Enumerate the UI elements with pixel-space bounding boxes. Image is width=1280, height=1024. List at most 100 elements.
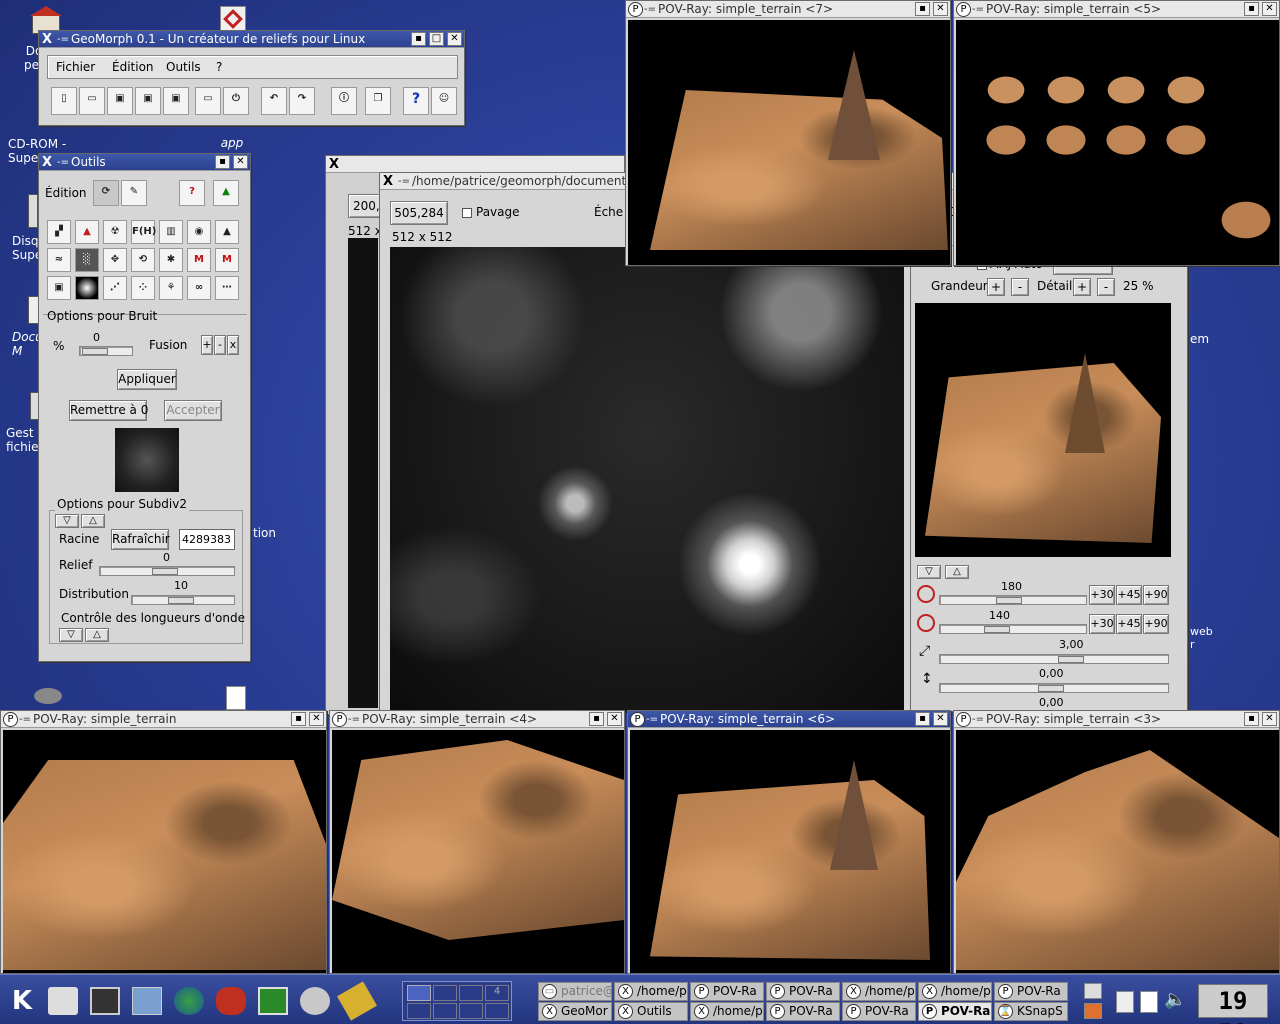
subdiv-refresh-button[interactable]: Rafraîchir [111,529,170,550]
browser-globe-icon[interactable] [174,987,204,1015]
distribution-slider[interactable] [131,595,235,605]
rot1-plus45-button[interactable]: +45 [1116,585,1142,605]
task-ksnapshot[interactable]: ⌛ KSnapS [994,1002,1068,1021]
task-povray-c[interactable]: P POV-Ra [994,982,1068,1001]
new-file-icon[interactable]: ▯ [51,87,77,115]
task-document-3[interactable]: X/home/p [918,982,992,1001]
logout-icon[interactable] [1084,1003,1102,1019]
accept-button[interactable]: Accepter [164,400,222,421]
peak-tool-icon[interactable]: ▲ [215,220,239,244]
povray-4-minimize-button[interactable]: ▪ [589,712,604,726]
recent-files-icon[interactable]: ▭ [195,87,221,115]
gimp-desktop-icon[interactable] [34,688,62,704]
pager-desktop-6[interactable] [433,1003,457,1019]
percent-slider[interactable] [79,346,133,356]
povray-4-close-button[interactable]: ✕ [607,712,622,726]
noise-tool-icon[interactable]: ░ [75,248,99,272]
povray-5-titlebar[interactable]: P -= POV-Ray: simple_terrain <5> ▪ ✕ [954,1,1279,18]
reset-button[interactable]: Remettre à 0 [69,400,148,421]
grandeur-minus-button[interactable]: - [1011,278,1029,296]
scale-slider[interactable] [939,654,1169,664]
document-desktop-icon[interactable] [226,686,246,710]
lines-tool-icon[interactable]: ⋯ [215,276,239,300]
image-viewer-icon[interactable] [300,987,330,1015]
tree-tool-icon[interactable]: ⚘ [159,276,183,300]
gradient-tool-icon[interactable]: ◉ [187,220,211,244]
apply-button[interactable]: Appliquer [117,369,177,390]
home-icon[interactable] [132,987,162,1015]
grandeur-plus-button[interactable]: + [987,278,1005,296]
lock-icon[interactable] [1084,983,1102,999]
task-povray-d[interactable]: P POV-Ra [766,1002,840,1021]
povray-4-titlebar[interactable]: P -= POV-Ray: simple_terrain <4> ▪ ✕ [330,711,624,728]
mirror-h-tool-icon[interactable]: M [187,248,211,272]
sphere-tool-icon[interactable] [75,276,99,300]
system-monitor-icon[interactable] [258,987,288,1015]
pager-desktop-1[interactable] [407,985,431,1001]
rot1-plus90-button[interactable]: +90 [1143,585,1169,605]
rot2-slider[interactable] [939,624,1087,634]
relief-slider[interactable] [99,566,235,576]
subdiv-collapse-button[interactable]: ▽ [55,514,79,528]
fh-tool-icon[interactable]: F(H) [131,220,156,244]
app-desktop-icon[interactable] [220,6,246,32]
menu-fichier[interactable]: Fichier [56,60,95,74]
mirror-v-tool-icon[interactable]: M [215,248,239,272]
radiation-tool-icon[interactable]: ☢ [103,220,127,244]
povray-6-titlebar[interactable]: P -= POV-Ray: simple_terrain <6> ▪ ✕ [628,711,950,728]
povray-1-close-button[interactable]: ✕ [309,712,324,726]
fusion-add-button[interactable]: + [201,335,213,355]
pager-desktop-4[interactable]: 4 [485,985,509,1001]
info-icon[interactable]: ⓘ [331,87,357,115]
frame-tool-icon[interactable]: ▣ [47,276,71,300]
povray-7-close-button[interactable]: ✕ [933,2,948,16]
heightmap-canvas[interactable] [390,247,904,713]
task-povray-e[interactable]: P POV-Ra [842,1002,916,1021]
rot1-plus30-button[interactable]: +30 [1089,585,1115,605]
wave-tool-icon[interactable]: ≈ [47,248,71,272]
open-file-icon[interactable]: ▭ [79,87,105,115]
preview-collapse-button[interactable]: ▽ [917,565,941,579]
task-document-4[interactable]: X/home/p [690,1002,764,1021]
fusion-subtract-button[interactable]: - [214,335,226,355]
editor-icon[interactable] [337,981,377,1021]
outils-titlebar[interactable]: X -= Outils ▪ ✕ [39,154,250,171]
detail-minus-button[interactable]: - [1097,278,1115,296]
povray-5-minimize-button[interactable]: ▪ [1244,2,1259,16]
save-all-icon[interactable]: ▣ [163,87,189,115]
povray-6-minimize-button[interactable]: ▪ [915,712,930,726]
rings-tool-icon[interactable]: ∞ [187,276,211,300]
rot2-plus90-button[interactable]: +90 [1143,614,1169,634]
terminal-icon[interactable] [90,987,120,1015]
clock[interactable]: 19 50 [1198,984,1268,1024]
cone-tool-icon[interactable]: ▲ [75,220,99,244]
detail-plus-button[interactable]: + [1073,278,1091,296]
rot1-slider[interactable] [939,595,1087,605]
task-povray-active[interactable]: P POV-Ra [918,1002,992,1021]
clipboard-icon[interactable] [1116,991,1134,1013]
task-document-1[interactable]: X/home/p [614,982,688,1001]
kde-menu-button[interactable]: K [4,983,40,1019]
maximize-button[interactable]: □ [429,32,444,46]
povray-3-minimize-button[interactable]: ▪ [1244,712,1259,726]
povray-7-titlebar[interactable]: P -= POV-Ray: simple_terrain <7> ▪ ✕ [626,1,950,18]
pager-desktop-3[interactable] [459,985,483,1001]
disk-desktop-icon[interactable] [28,194,38,228]
task-geomorph[interactable]: X GeoMor [538,1002,612,1021]
outils-close-button[interactable]: ✕ [233,155,248,169]
transform-tool-icon[interactable]: ⟲ [131,248,155,272]
povray-7-minimize-button[interactable]: ▪ [915,2,930,16]
keyboard-layout-icon[interactable] [1140,991,1158,1013]
task-document-2[interactable]: X/home/p [842,982,916,1001]
document-back-titlebar[interactable]: X [326,156,624,173]
povray-3-close-button[interactable]: ✕ [1262,712,1277,726]
geomorph-titlebar[interactable]: X -= GeoMorph 0.1 - Un créateur de relief… [39,31,464,48]
printer-icon[interactable] [48,987,78,1015]
close-button[interactable]: ✕ [447,32,462,46]
rot2-plus45-button[interactable]: +45 [1116,614,1142,634]
mozilla-icon[interactable] [216,987,246,1015]
menu-help[interactable]: ? [216,60,222,74]
rotate-edit-icon[interactable]: ⟳ [93,180,119,206]
windows-icon[interactable]: ❐ [365,87,391,115]
preview-expand-button[interactable]: △ [945,565,969,579]
